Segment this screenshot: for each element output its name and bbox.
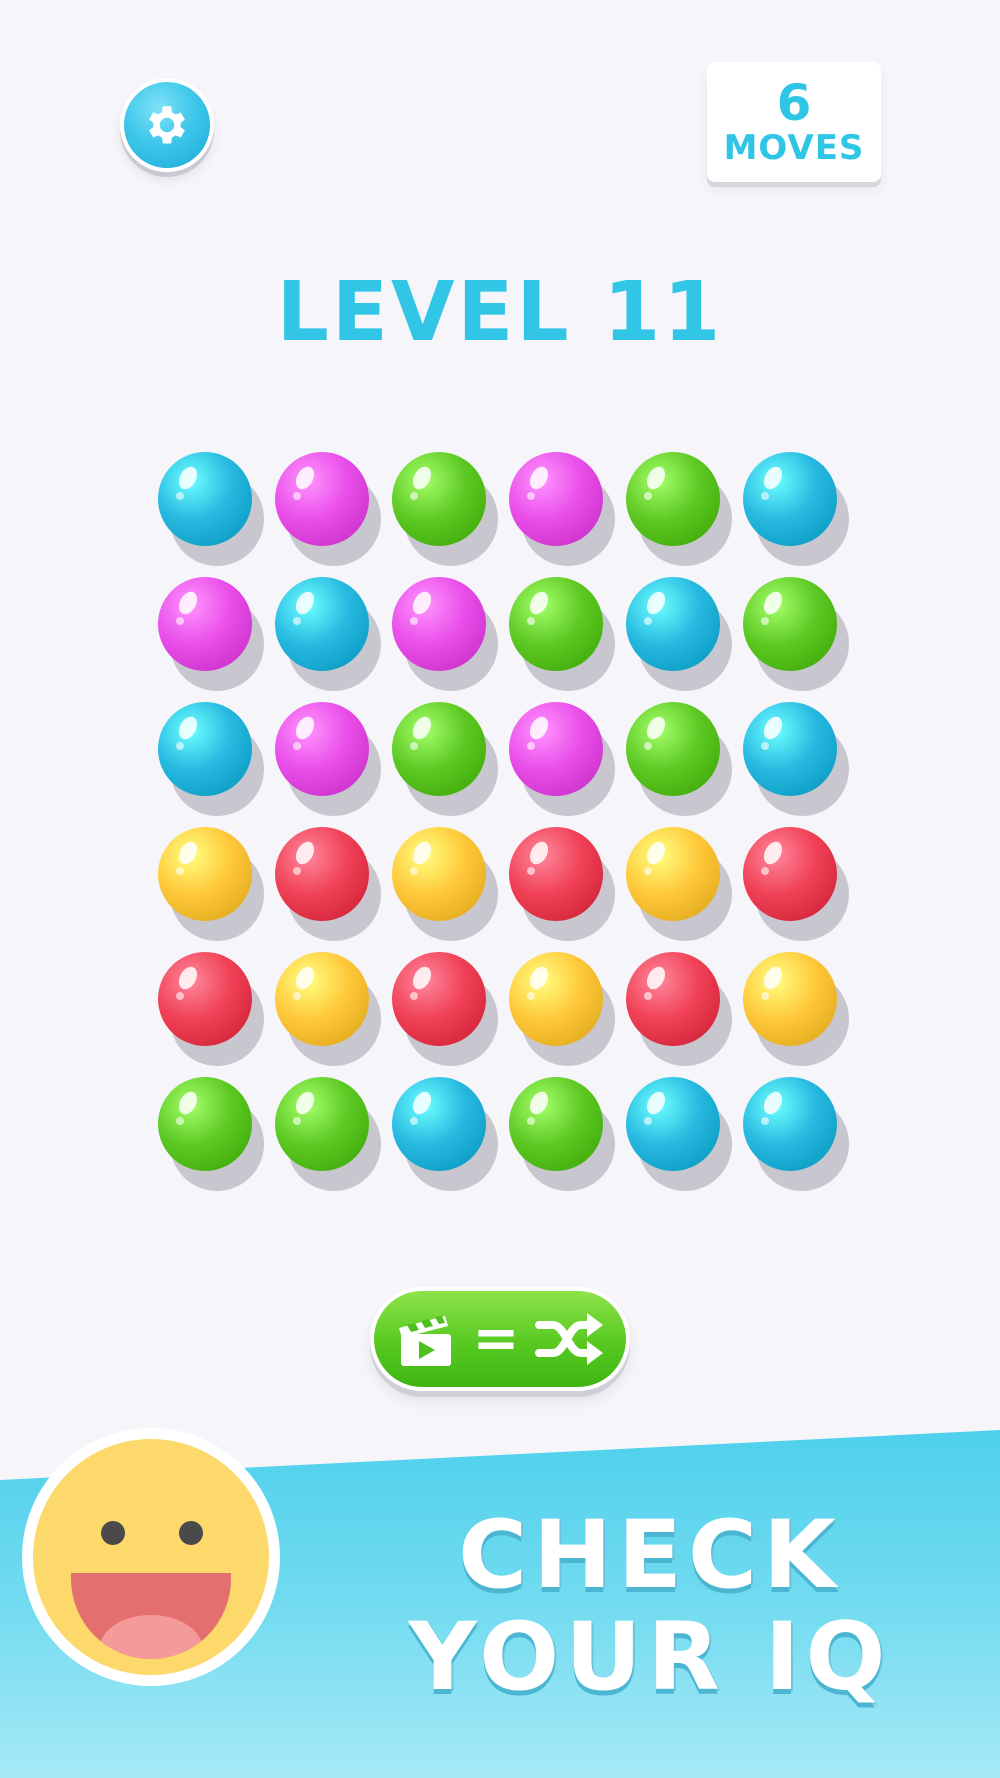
smiley-face-icon <box>22 1428 280 1686</box>
ball-green[interactable] <box>509 1077 615 1191</box>
ball-red[interactable] <box>392 952 498 1066</box>
ball-red[interactable] <box>275 827 381 941</box>
ball-yellow[interactable] <box>743 952 849 1066</box>
ball-sphere <box>392 577 486 671</box>
ball-sphere <box>743 1077 837 1171</box>
clapperboard-icon <box>398 1316 451 1366</box>
shuffle-video-button[interactable]: = <box>370 1287 630 1391</box>
level-title: LEVEL 11 <box>276 265 724 360</box>
ball-sphere <box>509 452 603 546</box>
ball-pink[interactable] <box>392 577 498 691</box>
ball-blue[interactable] <box>626 577 732 691</box>
ball-pink[interactable] <box>275 452 381 566</box>
gear-icon <box>149 106 185 144</box>
ball-blue[interactable] <box>392 1077 498 1191</box>
ball-red[interactable] <box>158 952 264 1066</box>
ball-sphere <box>626 1077 720 1171</box>
ball-green[interactable] <box>743 577 849 691</box>
ball-yellow[interactable] <box>509 952 615 1066</box>
ball-sphere <box>275 452 369 546</box>
ball-blue[interactable] <box>743 702 849 816</box>
ball-sphere <box>509 827 603 921</box>
ball-sphere <box>392 452 486 546</box>
ball-blue[interactable] <box>158 702 264 816</box>
ball-sphere <box>626 702 720 796</box>
settings-button[interactable] <box>120 78 214 172</box>
ball-pink[interactable] <box>509 452 615 566</box>
ball-sphere <box>509 1077 603 1171</box>
ball-red[interactable] <box>626 952 732 1066</box>
ball-blue[interactable] <box>158 452 264 566</box>
ball-blue[interactable] <box>275 577 381 691</box>
ball-sphere <box>743 452 837 546</box>
ball-sphere <box>509 952 603 1046</box>
ball-sphere <box>275 952 369 1046</box>
ball-green[interactable] <box>392 702 498 816</box>
ball-sphere <box>743 952 837 1046</box>
tagline-line-1: CHECK <box>458 1501 842 1610</box>
moves-count: 6 <box>776 74 812 132</box>
ball-sphere <box>158 452 252 546</box>
ball-pink[interactable] <box>158 577 264 691</box>
ball-sphere <box>392 827 486 921</box>
ball-sphere <box>626 452 720 546</box>
smiley-left-eye <box>101 1521 125 1545</box>
ball-sphere <box>158 577 252 671</box>
tagline-line-2: YOUR IQ <box>408 1603 892 1712</box>
moves-counter: 6 MOVES <box>707 62 881 182</box>
ball-yellow[interactable] <box>158 827 264 941</box>
smiley-mouth <box>71 1573 231 1659</box>
ball-blue[interactable] <box>743 452 849 566</box>
ball-sphere <box>275 1077 369 1171</box>
moves-label: MOVES <box>723 128 865 168</box>
ball-green[interactable] <box>392 452 498 566</box>
ball-sphere <box>743 827 837 921</box>
ball-sphere <box>626 952 720 1046</box>
ball-sphere <box>743 577 837 671</box>
ball-green[interactable] <box>626 452 732 566</box>
ball-yellow[interactable] <box>392 827 498 941</box>
ball-red[interactable] <box>743 827 849 941</box>
ball-sphere <box>275 702 369 796</box>
ball-sphere <box>158 702 252 796</box>
ball-sphere <box>626 827 720 921</box>
ball-sphere <box>626 577 720 671</box>
smiley-right-eye <box>179 1521 203 1545</box>
promo-tagline: CHECK YOUR IQ <box>400 1505 900 1709</box>
game-board <box>158 452 858 1202</box>
ball-yellow[interactable] <box>275 952 381 1066</box>
shuffle-icon <box>535 1313 604 1365</box>
ball-sphere <box>509 577 603 671</box>
ball-sphere <box>392 952 486 1046</box>
ball-sphere <box>392 1077 486 1171</box>
ball-green[interactable] <box>626 702 732 816</box>
ball-red[interactable] <box>509 827 615 941</box>
ball-sphere <box>743 702 837 796</box>
ball-sphere <box>275 827 369 921</box>
ball-pink[interactable] <box>509 702 615 816</box>
ball-green[interactable] <box>275 1077 381 1191</box>
ball-sphere <box>509 702 603 796</box>
equals-sign: = <box>472 1306 520 1371</box>
ball-sphere <box>158 827 252 921</box>
ball-pink[interactable] <box>275 702 381 816</box>
ball-sphere <box>158 952 252 1046</box>
ball-sphere <box>392 702 486 796</box>
ball-sphere <box>158 1077 252 1171</box>
ball-yellow[interactable] <box>626 827 732 941</box>
ball-sphere <box>275 577 369 671</box>
ball-green[interactable] <box>158 1077 264 1191</box>
ball-green[interactable] <box>509 577 615 691</box>
ball-blue[interactable] <box>626 1077 732 1191</box>
ball-blue[interactable] <box>743 1077 849 1191</box>
